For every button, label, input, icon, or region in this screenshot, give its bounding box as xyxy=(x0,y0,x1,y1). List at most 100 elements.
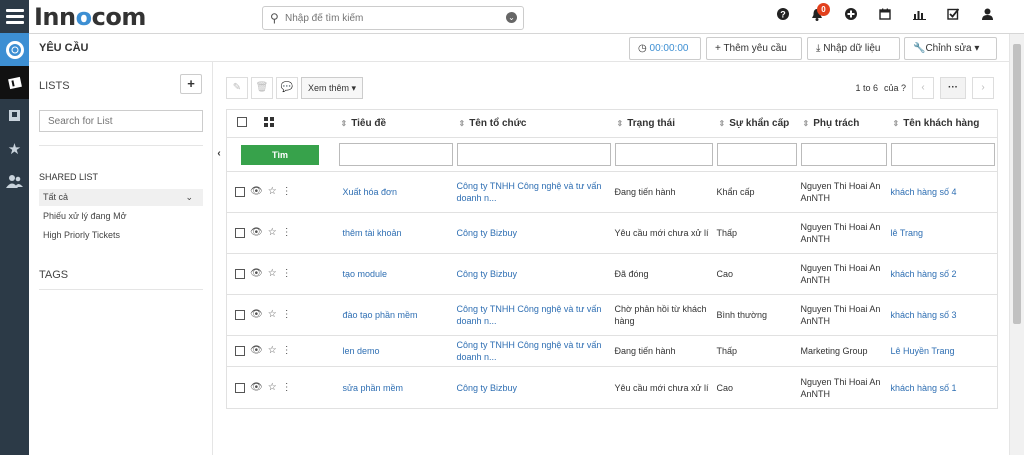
filter-organization-input[interactable] xyxy=(456,143,611,166)
add-circle-icon[interactable] xyxy=(834,8,868,24)
add-list-button[interactable]: + xyxy=(180,74,202,94)
rail-item-favorites[interactable]: ★ xyxy=(0,132,29,165)
customer-link[interactable]: khách hàng số 4 xyxy=(891,187,957,197)
more-vertical-icon[interactable]: ⋮ xyxy=(282,382,292,394)
next-page-icon[interactable]: › xyxy=(972,77,994,99)
title-link[interactable]: len demo xyxy=(343,346,380,356)
organization-link[interactable]: Công ty TNHH Công nghệ và tư vấn doanh n… xyxy=(457,304,602,326)
list-item-open-tickets[interactable]: Phiếu xử lý đang Mở xyxy=(39,208,203,225)
import-data-button[interactable]: ⤓ Nhập dữ liệu xyxy=(807,37,900,60)
trash-icon[interactable]: 🗑 xyxy=(251,77,273,99)
filter-title-input[interactable] xyxy=(338,143,453,166)
grid-view-icon[interactable] xyxy=(263,117,274,127)
table-row[interactable]: 👁 ☆ ⋮ sửa phần mềm Công ty Bizbuy Yêu cầu … xyxy=(226,366,998,409)
filter-status-input[interactable] xyxy=(614,143,713,166)
column-header-urgency[interactable]: ⇕ Sự khẩn cấp xyxy=(714,109,799,138)
calendar-icon[interactable] xyxy=(868,8,902,24)
table-row[interactable]: 👁 ☆ ⋮ Xuất hóa đơn Công ty TNHH Công nghệ … xyxy=(226,171,998,213)
more-actions-button[interactable]: Xem thêm ▾ xyxy=(301,77,364,99)
customer-link[interactable]: lê Trang xyxy=(891,228,924,238)
report-chart-icon[interactable] xyxy=(902,8,936,24)
select-all-checkbox[interactable] xyxy=(237,117,247,127)
chevron-down-icon[interactable]: ⌄ xyxy=(185,189,193,206)
more-vertical-icon[interactable]: ⋮ xyxy=(282,345,292,357)
column-header-organization[interactable]: ⇕ Tên tổ chức xyxy=(454,109,613,138)
row-checkbox[interactable] xyxy=(235,228,245,238)
edit-dropdown-button[interactable]: 🔧Chỉnh sửa ▾ xyxy=(904,37,997,60)
row-checkbox[interactable] xyxy=(235,382,245,393)
star-outline-icon[interactable]: ☆ xyxy=(268,268,277,280)
app-logo[interactable]: Innocom xyxy=(34,3,146,31)
filter-customer-input[interactable] xyxy=(890,143,995,166)
customer-link[interactable]: Lê Huyền Trang xyxy=(891,346,955,356)
star-outline-icon[interactable]: ☆ xyxy=(268,345,277,357)
star-outline-icon[interactable]: ☆ xyxy=(268,227,277,239)
table-row[interactable]: 👁 ☆ ⋮ đào tạo phần mềm Công ty TNHH Công n… xyxy=(226,294,998,336)
star-outline-icon[interactable]: ☆ xyxy=(268,382,277,394)
eye-icon[interactable]: 👁 xyxy=(250,227,263,239)
user-icon[interactable] xyxy=(970,8,1004,24)
find-button[interactable]: Tìm xyxy=(241,144,319,165)
list-item-high-priority[interactable]: High Priorly Tickets xyxy=(39,227,203,244)
title-link[interactable]: thêm tài khoản xyxy=(343,228,402,238)
list-search-input[interactable] xyxy=(40,111,202,131)
row-checkbox[interactable] xyxy=(235,346,245,356)
more-pages-button[interactable]: ··· xyxy=(940,77,966,99)
title-link[interactable]: tạo module xyxy=(343,269,388,279)
customer-link[interactable]: khách hàng số 3 xyxy=(891,310,957,320)
column-header-owner[interactable]: ⇕ Phụ trách xyxy=(798,109,889,138)
pencil-icon[interactable]: ✎ xyxy=(226,77,248,99)
eye-icon[interactable]: 👁 xyxy=(250,382,263,394)
rail-item-tickets[interactable] xyxy=(0,66,29,99)
star-outline-icon[interactable]: ☆ xyxy=(268,309,277,321)
search-options-icon[interactable]: ⌄ xyxy=(506,12,517,23)
filter-urgency-input[interactable] xyxy=(716,143,797,166)
row-checkbox[interactable] xyxy=(235,187,245,197)
list-item-all[interactable]: Tất cả ⌄ xyxy=(39,189,203,206)
eye-icon[interactable]: 👁 xyxy=(250,186,263,198)
customer-link[interactable]: khách hàng số 1 xyxy=(891,383,957,393)
help-icon[interactable]: ? xyxy=(766,8,800,24)
more-vertical-icon[interactable]: ⋮ xyxy=(282,309,292,321)
column-header-status[interactable]: ⇕ Trạng thái xyxy=(612,109,715,138)
collapse-panel-icon[interactable]: ‹ xyxy=(213,146,225,162)
bell-icon[interactable]: 0 xyxy=(800,3,834,24)
scrollbar-thumb[interactable] xyxy=(1013,44,1021,324)
organization-link[interactable]: Công ty TNHH Công nghệ và tư vấn doanh n… xyxy=(457,181,602,203)
column-header-title[interactable]: ⇕ Tiêu đề xyxy=(336,109,455,138)
rail-item-knowledge[interactable] xyxy=(0,99,29,132)
more-vertical-icon[interactable]: ⋮ xyxy=(282,227,292,239)
page-scrollbar[interactable] xyxy=(1009,34,1024,455)
title-link[interactable]: sửa phần mềm xyxy=(343,383,404,393)
organization-link[interactable]: Công ty Bizbuy xyxy=(457,228,518,238)
add-request-button[interactable]: + Thêm yêu cầu xyxy=(706,37,802,60)
table-row[interactable]: 👁 ☆ ⋮ len demo Công ty TNHH Công nghệ và t… xyxy=(226,335,998,367)
organization-link[interactable]: Công ty Bizbuy xyxy=(457,383,518,393)
title-link[interactable]: Xuất hóa đơn xyxy=(343,187,397,197)
row-checkbox[interactable] xyxy=(235,269,245,279)
title-link[interactable]: đào tạo phần mềm xyxy=(343,310,418,320)
more-vertical-icon[interactable]: ⋮ xyxy=(282,268,292,280)
prev-page-icon[interactable]: ‹ xyxy=(912,77,934,99)
more-vertical-icon[interactable]: ⋮ xyxy=(282,186,292,198)
menu-toggle-button[interactable] xyxy=(0,0,29,33)
column-header-customer[interactable]: ⇕ Tên khách hàng xyxy=(888,109,998,138)
search-input[interactable] xyxy=(285,10,495,26)
eye-icon[interactable]: 👁 xyxy=(250,309,263,321)
eye-icon[interactable]: 👁 xyxy=(250,345,263,357)
sort-icon: ⇕ xyxy=(802,119,810,128)
organization-link[interactable]: Công ty TNHH Công nghệ và tư vấn doanh n… xyxy=(457,340,602,362)
eye-icon[interactable]: 👁 xyxy=(250,268,263,280)
star-outline-icon[interactable]: ☆ xyxy=(268,186,277,198)
comment-icon[interactable]: 💬 xyxy=(276,77,298,99)
row-checkbox[interactable] xyxy=(235,310,245,320)
table-row[interactable]: 👁 ☆ ⋮ thêm tài khoản Công ty Bizbuy Yêu cầ… xyxy=(226,212,998,254)
timer-button[interactable]: ◷ 00:00:00 xyxy=(629,37,701,60)
table-row[interactable]: 👁 ☆ ⋮ tạo module Công ty Bizbuy Đã đóng Ca… xyxy=(226,253,998,295)
rail-item-support[interactable] xyxy=(0,33,29,66)
customer-link[interactable]: khách hàng số 2 xyxy=(891,269,957,279)
organization-link[interactable]: Công ty Bizbuy xyxy=(457,269,518,279)
tasks-checkbox-icon[interactable] xyxy=(936,8,970,24)
filter-owner-input[interactable] xyxy=(800,143,887,166)
rail-item-customers[interactable] xyxy=(0,165,29,198)
